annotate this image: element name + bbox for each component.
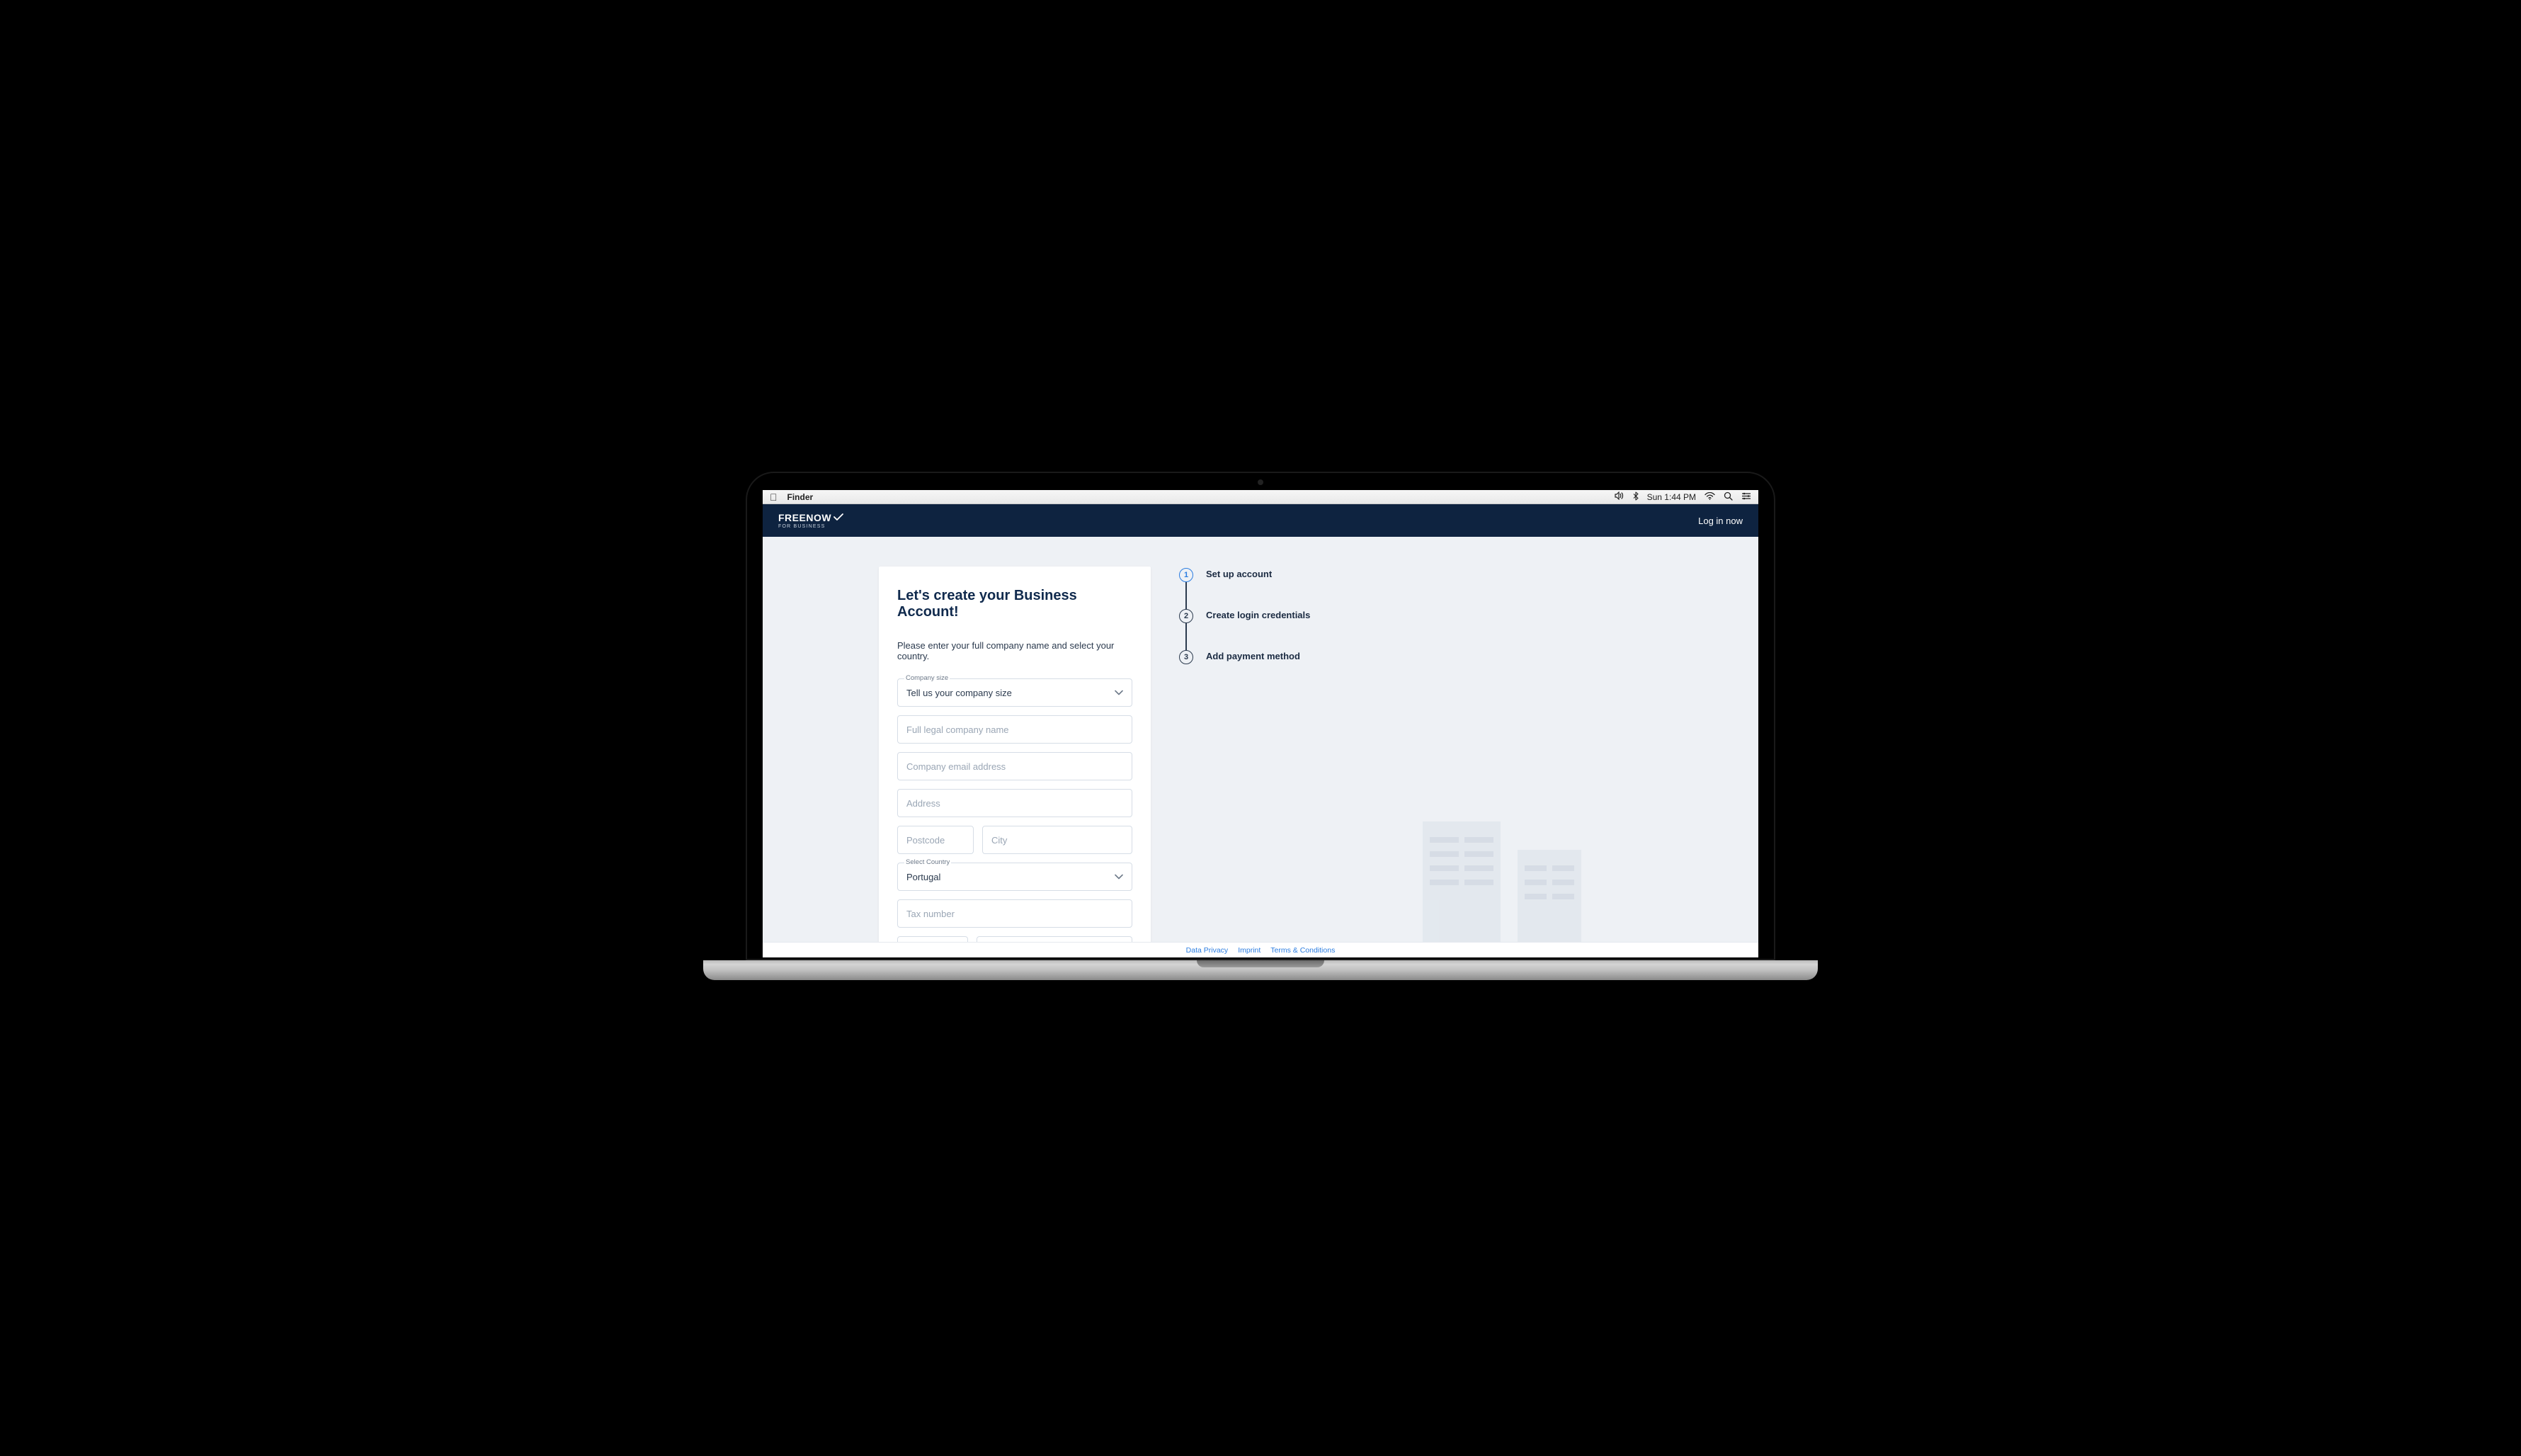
- company-size-select[interactable]: Tell us your company size: [897, 678, 1132, 707]
- footer-terms-link[interactable]: Terms & Conditions: [1270, 946, 1335, 955]
- footer-data-privacy-link[interactable]: Data Privacy: [1186, 946, 1229, 955]
- step-1: 1 Set up account: [1179, 568, 1310, 609]
- step-2-circle: 2: [1179, 609, 1193, 623]
- volume-icon[interactable]: [1615, 491, 1624, 502]
- step-1-label: Set up account: [1206, 568, 1272, 579]
- control-center-icon[interactable]: [1741, 492, 1751, 502]
- company-name-input[interactable]: [897, 715, 1132, 744]
- company-size-value: Tell us your company size: [906, 688, 1012, 698]
- login-link[interactable]: Log in now: [1698, 516, 1743, 526]
- laptop-frame:  Finder Sun 1:44 PM: [746, 472, 1775, 984]
- page-body: Let's create your Business Account! Plea…: [763, 537, 1758, 942]
- logo-text: FREENOW: [778, 513, 831, 523]
- wifi-icon[interactable]: [1705, 492, 1715, 502]
- macos-menubar:  Finder Sun 1:44 PM: [763, 490, 1758, 504]
- signup-stepper: 1 Set up account 2 Create login credenti…: [1179, 567, 1310, 942]
- step-3-circle: 3: [1179, 650, 1193, 664]
- bluetooth-icon[interactable]: [1633, 491, 1639, 503]
- brand-logo[interactable]: FREENOW FOR BUSINESS: [778, 513, 843, 529]
- step-connector: [1185, 582, 1187, 609]
- logo-check-icon: [833, 512, 843, 522]
- step-2-label: Create login credentials: [1206, 609, 1310, 620]
- screen:  Finder Sun 1:44 PM: [763, 490, 1758, 957]
- company-size-label: Company size: [904, 674, 950, 682]
- menubar-app-name[interactable]: Finder: [787, 492, 814, 502]
- laptop-base: [703, 960, 1818, 980]
- step-connector: [1185, 623, 1187, 650]
- footer-imprint-link[interactable]: Imprint: [1238, 946, 1260, 955]
- signup-card: Let's create your Business Account! Plea…: [879, 567, 1151, 942]
- country-value: Portugal: [906, 872, 940, 882]
- phone-number-input[interactable]: [977, 936, 1132, 942]
- city-input[interactable]: [982, 826, 1132, 854]
- page-subtitle: Please enter your full company name and …: [897, 640, 1132, 661]
- postcode-input[interactable]: [897, 826, 974, 854]
- decor-buildings: [1423, 829, 1581, 942]
- tax-number-input[interactable]: [897, 899, 1132, 928]
- apple-icon[interactable]: : [770, 491, 778, 503]
- chevron-down-icon: [1115, 872, 1123, 882]
- step-2: 2 Create login credentials: [1179, 609, 1310, 650]
- app-header: FREENOW FOR BUSINESS Log in now: [763, 504, 1758, 537]
- step-3-label: Add payment method: [1206, 650, 1300, 661]
- country-label: Select Country: [904, 858, 951, 866]
- step-1-circle: 1: [1179, 568, 1193, 582]
- company-email-input[interactable]: [897, 752, 1132, 780]
- logo-subtext: FOR BUSINESS: [778, 524, 843, 529]
- page-footer: Data Privacy Imprint Terms & Conditions: [763, 942, 1758, 957]
- camera-dot: [1258, 479, 1263, 485]
- page-title: Let's create your Business Account!: [897, 588, 1132, 620]
- chevron-down-icon: [1115, 688, 1123, 698]
- address-input[interactable]: [897, 789, 1132, 817]
- country-select[interactable]: Portugal: [897, 863, 1132, 891]
- phone-code-select[interactable]: +353: [897, 936, 968, 942]
- step-3: 3 Add payment method: [1179, 650, 1310, 664]
- spotlight-icon[interactable]: [1724, 491, 1733, 503]
- menubar-time[interactable]: Sun 1:44 PM: [1647, 492, 1696, 502]
